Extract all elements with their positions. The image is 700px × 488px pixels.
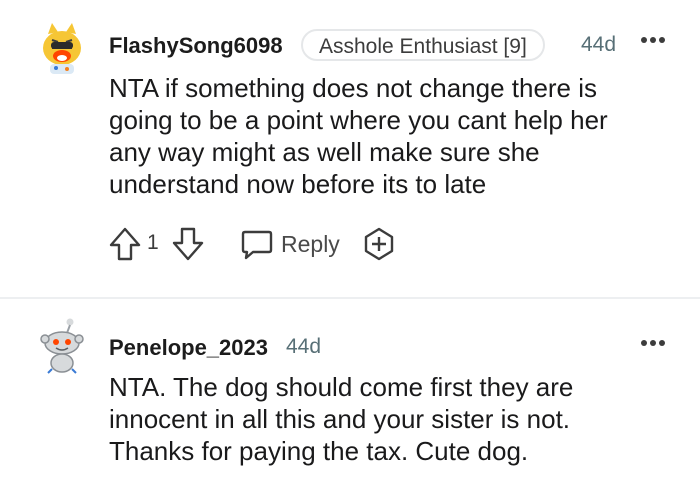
username[interactable]: Penelope_2023 (109, 335, 268, 361)
comment-bubble-icon (241, 230, 273, 260)
comment-action-bar: 1 Reply (108, 224, 408, 264)
reply-label: Reply (281, 231, 340, 257)
comment-body-line: Thanks for paying the tax. Cute dog. (109, 436, 529, 466)
comment-body-line: understand now before its to late (109, 169, 487, 199)
comment-body-line: innocent in all this and your sister is … (109, 404, 571, 434)
downvote-icon[interactable] (171, 226, 205, 262)
comment-body-line: NTA. The dog should come first they are (109, 372, 574, 402)
comment-body-line: NTA if something does not change there i… (109, 73, 598, 103)
comment: FlashySong6098 Asshole Enthusiast [9] 44… (0, 0, 700, 297)
comment: Penelope_2023 44d NTA. The dog should co… (0, 299, 700, 488)
more-options-icon[interactable] (640, 338, 668, 358)
vote-count: 1 (147, 231, 159, 254)
comment-body-line: going to be a point where you cant help … (109, 105, 608, 135)
user-avatar-icon[interactable] (38, 18, 86, 74)
reply-button[interactable]: Reply (239, 226, 340, 262)
comment-body-line: any way might as well make sure she (109, 137, 540, 167)
upvote-icon[interactable] (108, 226, 142, 262)
timestamp[interactable]: 44d (581, 33, 616, 57)
user-flair-badge: Asshole Enthusiast [9] (301, 29, 545, 61)
more-options-icon[interactable] (640, 35, 668, 55)
award-icon[interactable] (362, 226, 396, 262)
user-avatar-icon[interactable] (38, 317, 86, 374)
comment-body: NTA if something does not change there i… (109, 72, 679, 200)
username[interactable]: FlashySong6098 (109, 33, 283, 59)
comment-body: NTA. The dog should come first they are … (109, 371, 679, 467)
timestamp[interactable]: 44d (286, 335, 321, 359)
